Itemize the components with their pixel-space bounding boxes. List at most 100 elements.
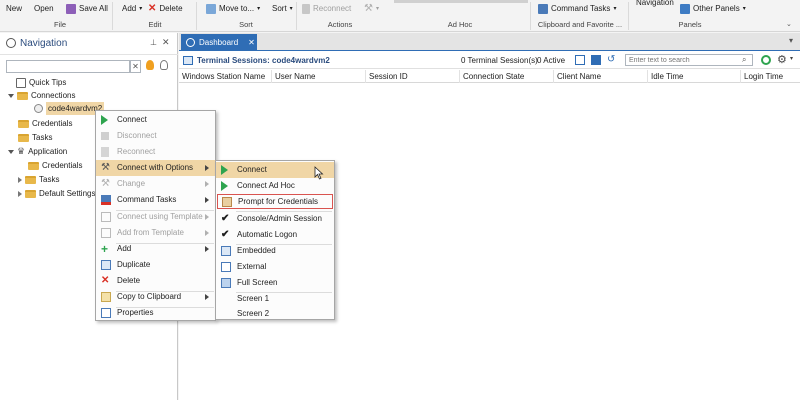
submenu-arrow-icon <box>205 230 209 236</box>
column-client-name[interactable]: Client Name <box>554 70 648 83</box>
other-panels-icon <box>680 4 690 14</box>
dashboard-icon <box>186 38 195 47</box>
tree-item-tasks[interactable]: Tasks <box>18 131 52 144</box>
menu-item-copy-to-clipboard[interactable]: Copy to Clipboard <box>96 289 215 305</box>
tree-item-code4wardvm2[interactable]: code4wardvm2 <box>34 102 105 115</box>
gear-icon[interactable]: ⚙ <box>777 53 787 66</box>
expand-icon[interactable] <box>8 149 14 154</box>
submenu-item-console-admin-session[interactable]: ✔ Console/Admin Session <box>216 211 334 227</box>
crown-icon: ♛ <box>17 146 26 156</box>
active-count: 0 Active <box>537 56 566 65</box>
tree-item-app-tasks[interactable]: Tasks <box>18 173 59 186</box>
lightbulb-icon[interactable] <box>146 60 154 70</box>
submenu-item-connect-ad-hoc[interactable]: Connect Ad Hoc <box>216 178 334 194</box>
open-button[interactable]: Open <box>34 2 54 16</box>
ad-hoc-field[interactable] <box>394 0 528 3</box>
check-icon: ✔ <box>221 213 230 224</box>
column-windows-station-name[interactable]: Windows Station Name <box>179 70 272 83</box>
menu-item-disconnect[interactable]: Disconnect <box>96 128 215 144</box>
menu-item-reconnect[interactable]: Reconnect <box>96 144 215 160</box>
tree-item-connections[interactable]: Connections <box>8 89 75 102</box>
sort-button[interactable]: Sort ▾ <box>272 2 293 16</box>
add-button[interactable]: Add ▾ <box>122 2 142 16</box>
menu-item-add[interactable]: + Add <box>96 241 215 257</box>
submenu-item-prompt-for-credentials[interactable]: Prompt for Credentials <box>217 194 333 209</box>
new-button[interactable]: New <box>6 2 22 16</box>
expand-icon[interactable] <box>8 93 14 98</box>
embedded-icon <box>221 246 231 256</box>
move-icon <box>206 4 216 14</box>
tab-strip: Dashboard ✕ ▾ <box>179 33 800 51</box>
submenu-arrow-icon <box>205 197 209 203</box>
menu-item-duplicate[interactable]: Duplicate <box>96 257 215 273</box>
submenu-item-external[interactable]: External <box>216 259 334 275</box>
chevron-down-icon[interactable]: ▾ <box>790 55 793 62</box>
tree-item-default-settings[interactable]: Default Settings <box>18 187 95 200</box>
collapse-icon[interactable] <box>18 190 22 197</box>
column-session-id[interactable]: Session ID <box>366 70 460 83</box>
submenu-arrow-icon <box>205 246 209 252</box>
full-screen-icon <box>221 278 231 288</box>
tree-item-app-credentials[interactable]: Credentials <box>28 159 82 172</box>
mouse-cursor-icon <box>314 166 324 180</box>
menu-item-connect-with-options[interactable]: ⚒ Connect with Options <box>96 160 215 176</box>
logoff-icon[interactable] <box>591 55 601 65</box>
ribbon-collapse-icon[interactable]: ⌄ <box>786 20 792 28</box>
submenu-item-automatic-logon[interactable]: ✔ Automatic Logon <box>216 227 334 243</box>
folder-icon <box>18 119 29 128</box>
submenu-item-embedded[interactable]: Embedded <box>216 243 334 259</box>
tools-button[interactable]: ⚒ ▾ <box>364 2 379 16</box>
menu-item-change[interactable]: ⚒ Change <box>96 176 215 192</box>
command-tasks-button[interactable]: Command Tasks ▾ <box>538 2 616 16</box>
play-icon <box>221 181 228 191</box>
menu-item-properties[interactable]: Properties <box>96 305 215 321</box>
navigation-button[interactable]: Navigation <box>636 0 674 10</box>
wrench-icon: ⚒ <box>364 3 373 14</box>
tab-dashboard[interactable]: Dashboard ✕ <box>181 34 257 51</box>
menu-item-connect-using-template[interactable]: Connect using Template <box>96 209 215 225</box>
delete-button[interactable]: ✕ Delete <box>148 2 183 16</box>
menu-item-connect[interactable]: Connect <box>96 112 215 128</box>
collapse-icon[interactable] <box>18 176 22 183</box>
group-label-actions: Actions <box>327 20 353 29</box>
refresh-icon[interactable]: ↺ <box>607 54 615 65</box>
terminal-sessions-bar: Terminal Sessions: code4wardvm2 0 Termin… <box>179 52 800 69</box>
menu-item-add-from-template[interactable]: Add from Template <box>96 225 215 241</box>
session-filter-input[interactable] <box>625 54 753 66</box>
menu-item-command-tasks[interactable]: Command Tasks <box>96 192 215 208</box>
submenu-arrow-icon <box>205 294 209 300</box>
wrench-icon: ⚒ <box>101 162 110 173</box>
session-view-icon[interactable] <box>575 55 585 65</box>
check-icon: ✔ <box>221 229 230 240</box>
submenu-item-screen-1[interactable]: Screen 1 <box>216 291 334 307</box>
column-connection-state[interactable]: Connection State <box>460 70 554 83</box>
move-to-button[interactable]: Move to... ▾ <box>206 2 260 16</box>
navigation-search-input[interactable] <box>6 60 130 73</box>
auto-refresh-icon[interactable] <box>761 55 771 65</box>
chevron-down-icon[interactable]: ▾ <box>789 36 793 45</box>
pin-icon[interactable]: ⊥ <box>150 38 157 47</box>
close-icon[interactable]: ✕ <box>248 34 255 51</box>
play-icon <box>221 165 228 175</box>
column-idle-time[interactable]: Idle Time <box>648 70 741 83</box>
context-menu: Connect Disconnect Reconnect ⚒ Connect w… <box>95 110 216 321</box>
tree-item-credentials[interactable]: Credentials <box>18 117 72 130</box>
submenu-item-full-screen[interactable]: Full Screen <box>216 275 334 291</box>
column-user-name[interactable]: User Name <box>272 70 366 83</box>
clear-search-icon[interactable]: ✕ <box>130 60 141 73</box>
chevron-down-icon: ▾ <box>257 6 261 12</box>
save-all-button[interactable]: Save All <box>66 2 108 16</box>
menu-item-delete[interactable]: ✕ Delete <box>96 273 215 289</box>
column-login-time[interactable]: Login Time <box>741 70 800 83</box>
tree-item-quick-tips[interactable]: Quick Tips <box>8 76 66 89</box>
submenu-arrow-icon <box>205 165 209 171</box>
group-label-file: File <box>53 20 67 29</box>
submenu-arrow-icon <box>205 214 209 220</box>
chevron-down-icon: ▾ <box>139 6 143 12</box>
other-panels-button[interactable]: Other Panels ▾ <box>680 2 746 16</box>
close-icon[interactable]: ✕ <box>162 37 170 48</box>
submenu-item-screen-2[interactable]: Screen 2 <box>216 306 334 322</box>
lightbulb-outline-icon[interactable] <box>160 60 168 70</box>
reconnect-button[interactable]: Reconnect <box>302 2 351 16</box>
tree-item-application[interactable]: ♛ Application <box>8 145 67 158</box>
